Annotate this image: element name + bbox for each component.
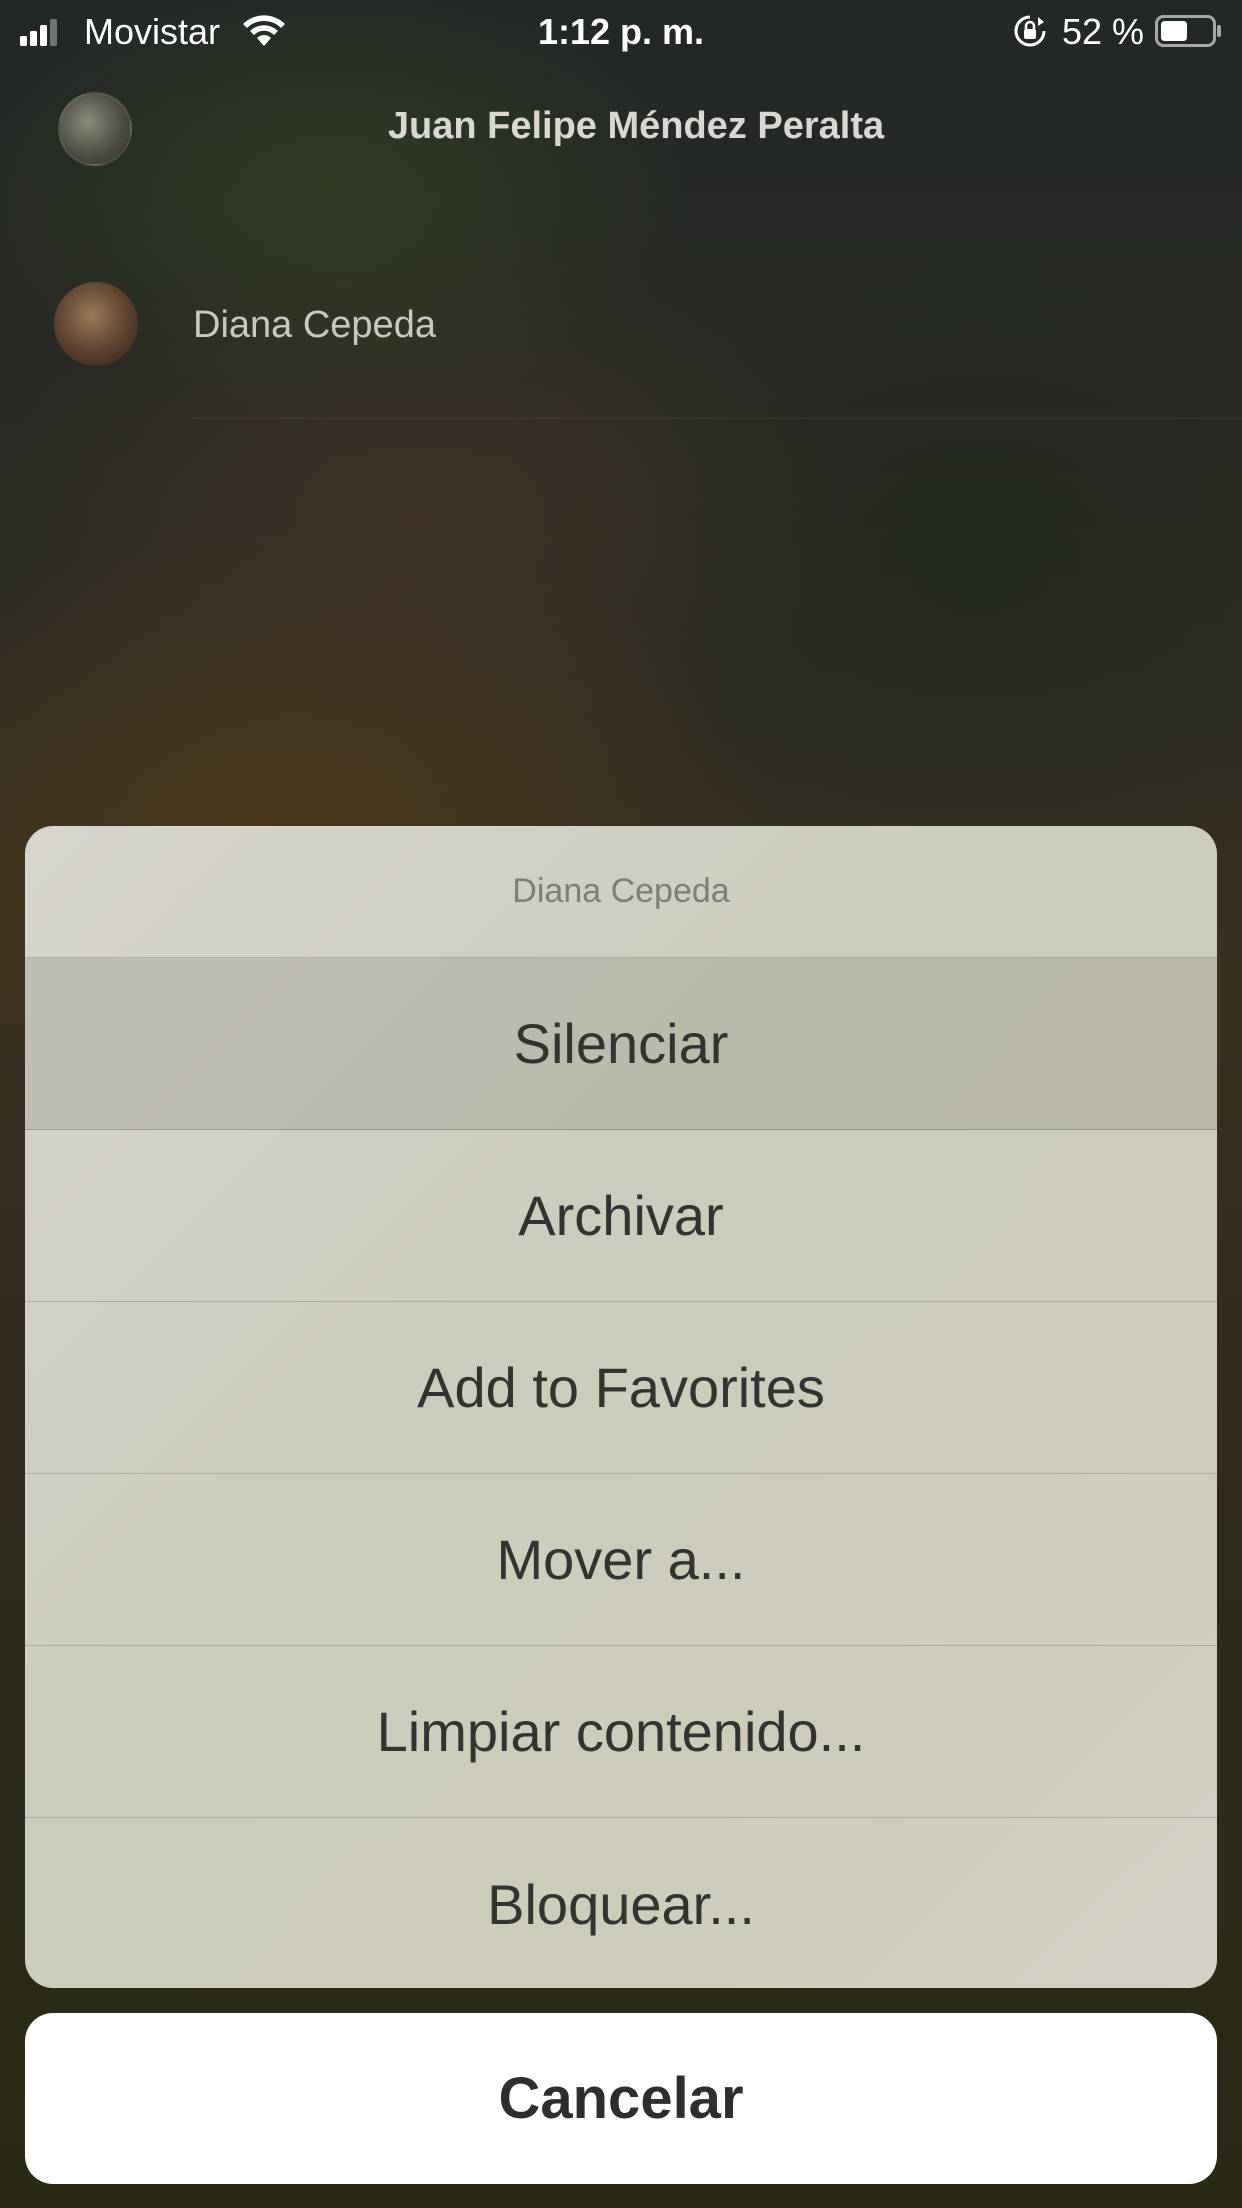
- status-bar: Movistar 1:12 p. m. 52 %: [0, 0, 1242, 64]
- mute-button[interactable]: Silenciar: [25, 958, 1217, 1130]
- status-time: 1:12 p. m.: [537, 11, 705, 52]
- orientation-lock-icon: [1014, 15, 1046, 47]
- battery-fill: [1161, 21, 1187, 41]
- row-divider: [193, 418, 1242, 419]
- chat-contact-name[interactable]: Diana Cepeda: [193, 302, 436, 348]
- add-to-favorites-button[interactable]: Add to Favorites: [25, 1302, 1217, 1474]
- battery-icon: [1155, 15, 1221, 47]
- move-to-button[interactable]: Mover a...: [25, 1474, 1217, 1646]
- action-sheet-title: Diana Cepeda: [25, 826, 1217, 958]
- battery-percentage: 52 %: [1062, 11, 1145, 52]
- clear-content-button[interactable]: Limpiar contenido...: [25, 1646, 1217, 1818]
- page-title[interactable]: Juan Felipe Méndez Peralta: [0, 102, 1242, 150]
- chat-avatar[interactable]: [54, 282, 138, 366]
- archive-button[interactable]: Archivar: [25, 1130, 1217, 1302]
- block-button[interactable]: Bloquear...: [25, 1818, 1217, 1988]
- cancel-button[interactable]: Cancelar: [25, 2013, 1217, 2184]
- action-sheet: Diana Cepeda Silenciar Archivar Add to F…: [25, 826, 1217, 1988]
